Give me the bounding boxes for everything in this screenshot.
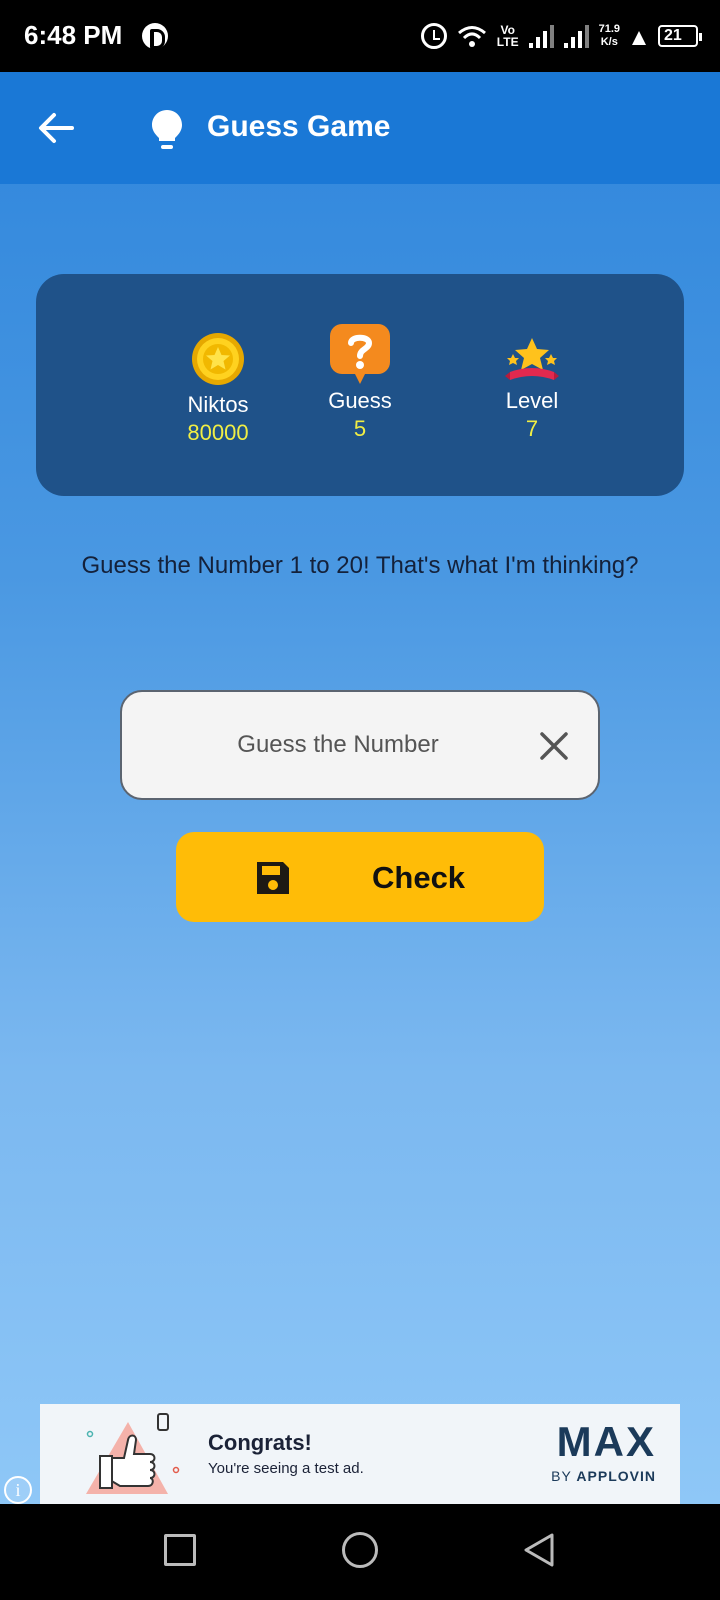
thumbs-up-illustration-icon bbox=[86, 1413, 180, 1494]
guess-input[interactable] bbox=[142, 692, 534, 798]
wifi-icon bbox=[457, 24, 487, 48]
battery-level: 21 bbox=[664, 27, 682, 44]
system-nav-bar bbox=[0, 1504, 720, 1600]
battery-icon: 21 bbox=[658, 25, 702, 47]
clear-icon[interactable] bbox=[538, 730, 570, 762]
stars-ribbon-icon bbox=[452, 324, 612, 386]
stat-value: 7 bbox=[525, 416, 539, 441]
stat-guess: Guess 5 bbox=[280, 324, 440, 442]
lab-flask-icon bbox=[630, 25, 648, 47]
network-speed-unit: K/s bbox=[600, 36, 618, 48]
app-bar: Guess Game bbox=[0, 72, 720, 184]
game-prompt: Guess the Number 1 to 20! That's what I'… bbox=[81, 552, 639, 579]
status-time: 6:48 PM bbox=[24, 20, 123, 50]
stat-label: Level bbox=[505, 388, 559, 413]
status-bar: 6:48 PM Vo LTE 71.9 K/s 21 bbox=[0, 0, 720, 72]
app-screen: Guess Game Niktos 80000 Guess 5 Level 7 … bbox=[0, 72, 720, 1504]
check-button-label: Check bbox=[372, 860, 466, 895]
recent-apps-button[interactable] bbox=[164, 1534, 196, 1566]
nav-back-icon[interactable] bbox=[522, 1532, 556, 1568]
volte-line-2: LTE bbox=[496, 35, 519, 49]
ad-title: Congrats! bbox=[208, 1430, 312, 1455]
stat-value: 5 bbox=[353, 416, 367, 441]
page-title: Guess Game bbox=[207, 110, 391, 143]
stat-niktos: Niktos 80000 bbox=[138, 324, 298, 446]
info-icon[interactable]: i bbox=[4, 1476, 32, 1504]
ad-brand-sub: BY APPLOVIN bbox=[551, 1468, 656, 1484]
alarm-icon bbox=[420, 23, 447, 49]
home-button[interactable] bbox=[342, 1532, 378, 1568]
back-button[interactable] bbox=[28, 100, 84, 156]
arrow-left-icon bbox=[39, 113, 74, 143]
notification-app-icon bbox=[142, 23, 168, 49]
guess-input-container bbox=[120, 690, 600, 800]
ad-brand-sub-name: APPLOVIN bbox=[576, 1468, 656, 1484]
check-button[interactable]: Check bbox=[176, 832, 544, 922]
ad-brand-logo: MAX bbox=[556, 1418, 656, 1465]
coin-star-icon bbox=[138, 324, 298, 386]
signal-strength-2-icon bbox=[563, 24, 589, 48]
lightbulb-icon bbox=[152, 110, 182, 149]
status-icons: Vo LTE 71.9 K/s 21 bbox=[420, 16, 702, 56]
stats-card: Niktos 80000 Guess 5 Level 7 bbox=[36, 274, 684, 496]
network-speed: 71.9 K/s bbox=[599, 23, 620, 49]
stat-label: Guess bbox=[328, 388, 392, 413]
ad-subtitle: You're seeing a test ad. bbox=[208, 1460, 364, 1477]
ad-banner[interactable]: Congrats! You're seeing a test ad. MAX B… bbox=[40, 1404, 680, 1504]
stat-label: Niktos bbox=[187, 392, 249, 417]
stat-value: 80000 bbox=[187, 420, 249, 445]
question-bubble-icon bbox=[280, 324, 440, 386]
save-icon bbox=[257, 862, 289, 894]
stat-level: Level 7 bbox=[452, 324, 612, 442]
signal-strength-icon bbox=[528, 24, 554, 48]
ad-brand-sub-prefix: BY bbox=[551, 1468, 577, 1484]
network-speed-value: 71.9 bbox=[598, 23, 620, 35]
volte-indicator: Vo LTE bbox=[497, 24, 519, 48]
